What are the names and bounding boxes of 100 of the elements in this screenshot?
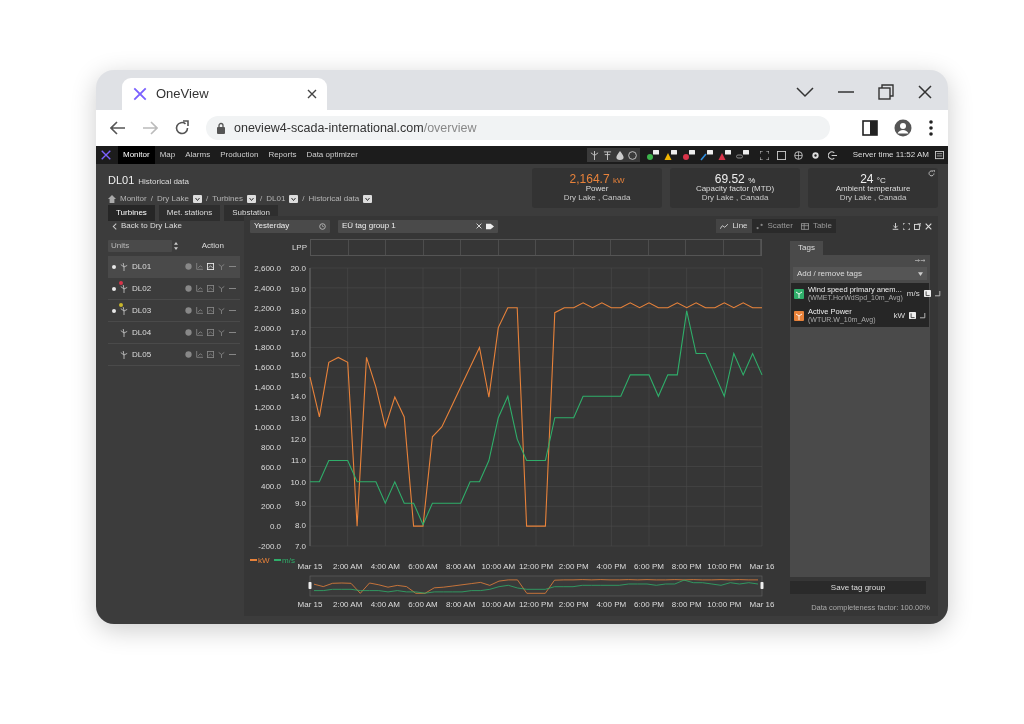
tab[interactable]: Turbines [108,204,155,221]
axis-tick-label: 7.0 [294,542,306,551]
breadcrumb-separator: / [260,192,263,205]
window-icon[interactable] [776,150,786,160]
home-icon[interactable] [108,194,116,203]
history-icon[interactable] [207,329,214,336]
save-button[interactable]: Save tag group [790,581,926,594]
scatter-icon [755,222,764,230]
unit-row[interactable]: DL04 [108,322,240,344]
unit-row[interactable]: DL02 [108,278,240,300]
nav-item[interactable]: Monitor [118,146,155,164]
history-icon[interactable] [207,285,214,292]
axis-tick-label: 11.0 [291,456,306,466]
axis-tick-label: 200.0 [260,502,281,512]
history-icon[interactable] [207,307,214,314]
axis-tick-label: 2,600.0 [254,264,281,273]
breadcrumb-link[interactable]: Dry Lake [156,192,189,205]
logo-icon[interactable] [100,149,112,161]
kpi-label: Ambient temperature [835,185,911,194]
drop-icon[interactable] [615,150,624,160]
turbine-icon[interactable] [589,150,599,160]
settings-icon[interactable] [810,150,820,160]
breadcrumb-link[interactable]: Historical data [308,192,360,205]
reload-icon[interactable] [174,120,190,136]
history-icon[interactable] [207,351,214,358]
turbine-icon[interactable] [218,285,225,292]
close-icon[interactable] [307,89,317,99]
warning-icon[interactable] [663,149,678,161]
logout-icon[interactable] [827,150,837,160]
refresh-icon[interactable] [928,170,935,177]
chat-icon[interactable] [935,150,944,160]
breadcrumb-link[interactable]: DL01 [266,192,286,205]
axis-tick-label: 1,400.0 [254,383,281,393]
dropdown-icon[interactable] [192,194,202,203]
axis-tick-label: 8:00 PM [671,600,702,609]
axis-tick-label: 17.0 [290,328,306,338]
axis-tick-label: 2:00 PM [558,562,589,571]
nav-item[interactable]: Production [215,146,264,164]
browser-tab[interactable]: OneView [122,78,327,110]
download-icon[interactable] [892,222,899,230]
unit-row[interactable]: DL05 [108,344,240,366]
view-toggle[interactable]: Table [796,219,836,233]
restore-icon[interactable] [878,84,894,100]
range-handle[interactable] [760,582,764,589]
turbine-icon[interactable] [218,351,225,358]
globe-icon[interactable] [793,150,803,160]
nav-item[interactable]: Data optimizer [301,146,363,164]
axis-tick-label: 1,600.0 [254,363,281,373]
dropdown-icon[interactable] [247,194,256,203]
breadcrumb-link[interactable]: Turbines [212,192,243,205]
arrows-icon[interactable] [915,258,925,263]
axis-icon[interactable] [923,290,931,298]
back-link[interactable]: Back to Dry Lake [121,220,182,232]
kpi-label: Power [585,185,609,194]
chevron-down-icon[interactable] [796,86,814,98]
unit-name: DL05 [132,348,152,361]
expand-icon[interactable] [903,222,910,230]
kpi-value: 2,164.7 kW [569,173,625,186]
date-range-select[interactable]: Yesterday [250,219,330,233]
clear-icon[interactable] [476,223,482,229]
corner-icon[interactable] [920,312,926,319]
sort-icon[interactable] [174,242,178,250]
range-handle[interactable] [308,582,312,589]
axis-icon[interactable] [909,312,916,320]
antenna-icon[interactable] [602,150,612,160]
popout-icon[interactable] [914,222,921,230]
tag-icon[interactable] [486,222,494,230]
close-icon[interactable] [918,85,932,99]
search-field[interactable]: Units [108,240,172,252]
dropdown-icon[interactable] [289,194,299,203]
alarm-icon[interactable] [717,149,732,161]
unit-row[interactable]: DL03 [108,300,240,322]
profile-icon[interactable] [894,119,912,137]
tab[interactable]: Tags [790,241,823,255]
view-toggle[interactable]: Scatter [751,219,797,233]
back-icon[interactable] [110,121,126,135]
fullscreen-icon[interactable] [759,150,769,160]
more-icon[interactable] [928,119,934,137]
nav-item[interactable]: Alarms [180,146,216,164]
turbine-icon[interactable] [218,329,225,336]
breadcrumb-separator: / [150,192,153,205]
tag-select[interactable]: Add / remove tags [793,267,927,280]
tag-group-select[interactable]: EÜ tag group 1 [338,219,498,233]
view-toggle[interactable]: Line [716,219,752,233]
link-icon[interactable] [735,149,750,161]
corner-icon[interactable] [934,290,941,297]
sidebar-icon[interactable] [862,120,878,136]
axis-tick-label: 0.0 [269,522,281,532]
tab[interactable]: Met. stations [158,204,221,221]
chevron-left-icon[interactable] [112,222,117,230]
status-icon[interactable] [645,149,660,161]
nav-item[interactable]: Map [154,146,181,164]
axis-tick-label: 4:00 PM [596,600,627,609]
wrench-icon[interactable] [699,149,714,161]
dropdown-icon[interactable] [363,194,373,203]
unit-row[interactable]: DL01 [108,256,240,278]
error-icon[interactable] [681,149,696,161]
breadcrumb-link[interactable]: Monitor [120,192,147,205]
nav-item[interactable]: Reports [263,146,302,164]
turbine-icon[interactable] [218,307,225,314]
